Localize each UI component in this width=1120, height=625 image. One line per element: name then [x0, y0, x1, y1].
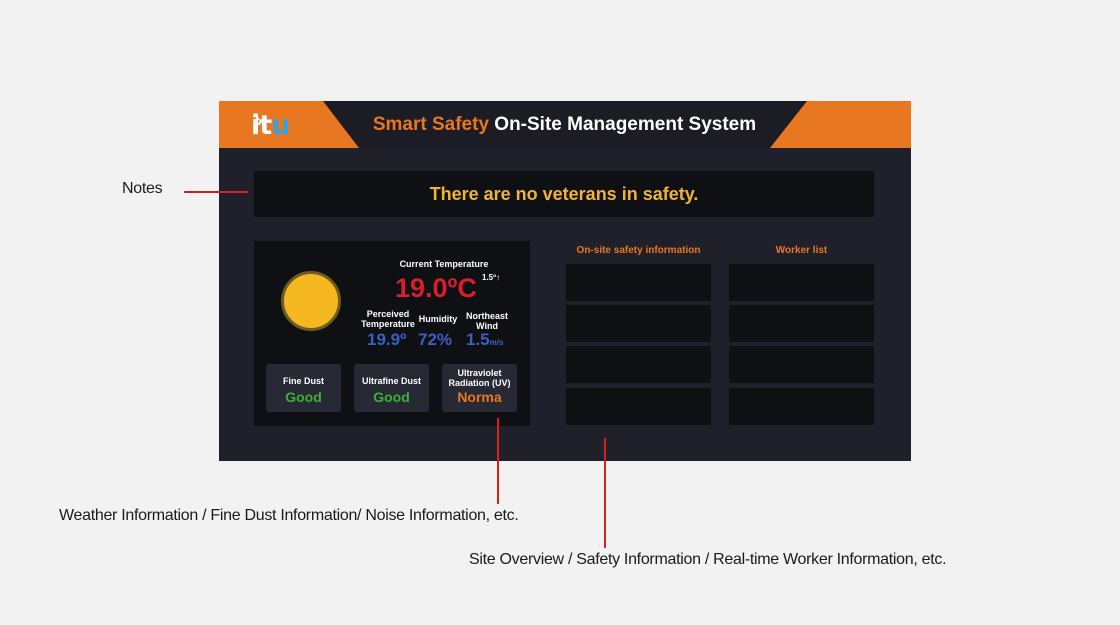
- itu-logo: ✿ itu: [251, 109, 301, 143]
- weather-annotation: Weather Information / Fine Dust Informat…: [59, 507, 519, 524]
- wind-label: Northeast Wind: [465, 311, 508, 331]
- fine-dust-value: Good: [285, 389, 322, 405]
- site-pointer-line: [604, 438, 606, 548]
- uv-card: Ultraviolet Radiation (UV) Norma: [442, 364, 517, 412]
- logo-text-u: u: [271, 110, 290, 141]
- worker-list-slot[interactable]: [729, 346, 874, 383]
- ultrafine-dust-card: Ultrafine Dust Good: [354, 364, 429, 412]
- title-accent: Smart Safety: [372, 114, 490, 135]
- safety-info-slot[interactable]: [566, 346, 711, 383]
- worker-list-slot[interactable]: [729, 388, 874, 425]
- notes-annotation: Notes: [122, 180, 163, 197]
- current-temp-value: 19.0ºC: [395, 273, 477, 303]
- ultrafine-dust-value: Good: [373, 389, 410, 405]
- ultrafine-dust-label: Ultrafine Dust: [361, 376, 421, 386]
- notice-banner: There are no veterans in safety.: [254, 171, 874, 217]
- page-title: Smart Safety On-Site Management System: [359, 114, 770, 136]
- worker-list-slot[interactable]: [729, 305, 874, 342]
- safety-info-slot[interactable]: [566, 305, 711, 342]
- fine-dust-label: Fine Dust: [282, 376, 324, 386]
- perceived-temp-value: 19.9º: [367, 330, 407, 349]
- current-temp-label: Current Temperature: [399, 259, 489, 269]
- gear-icon: ✿: [253, 115, 262, 128]
- wind-unit: m/s: [489, 338, 504, 347]
- dashboard-frame: ✿ itu Smart Safety On-Site Management Sy…: [219, 101, 911, 461]
- temp-delta: 1.5º↑: [482, 273, 501, 282]
- site-annotation: Site Overview / Safety Information / Rea…: [469, 551, 947, 568]
- sun-icon: [281, 271, 341, 331]
- fine-dust-card: Fine Dust Good: [266, 364, 341, 412]
- humidity-label: Humidity: [418, 314, 458, 324]
- notes-pointer-line: [184, 191, 248, 193]
- title-rest: On-Site Management System: [494, 114, 757, 135]
- worker-list-slot[interactable]: [729, 264, 874, 301]
- safety-info-slot[interactable]: [566, 388, 711, 425]
- worker-list-title: Worker list: [775, 245, 828, 256]
- weather-panel: Current Temperature 19.0ºC 1.5º↑ Perceiv…: [254, 241, 530, 426]
- uv-label: Ultraviolet Radiation (UV): [448, 368, 511, 388]
- wind-speed: 1.5: [466, 330, 490, 349]
- humidity-value: 72%: [418, 330, 453, 349]
- uv-value: Norma: [457, 389, 502, 405]
- safety-info-slot[interactable]: [566, 264, 711, 301]
- notice-text: There are no veterans in safety.: [429, 183, 699, 204]
- perceived-temp-label: Perceived Temperature: [361, 309, 415, 329]
- weather-pointer-line: [497, 418, 499, 504]
- wind-value: 1.5m/s: [466, 330, 503, 350]
- safety-info-title: On-site safety information: [576, 245, 701, 256]
